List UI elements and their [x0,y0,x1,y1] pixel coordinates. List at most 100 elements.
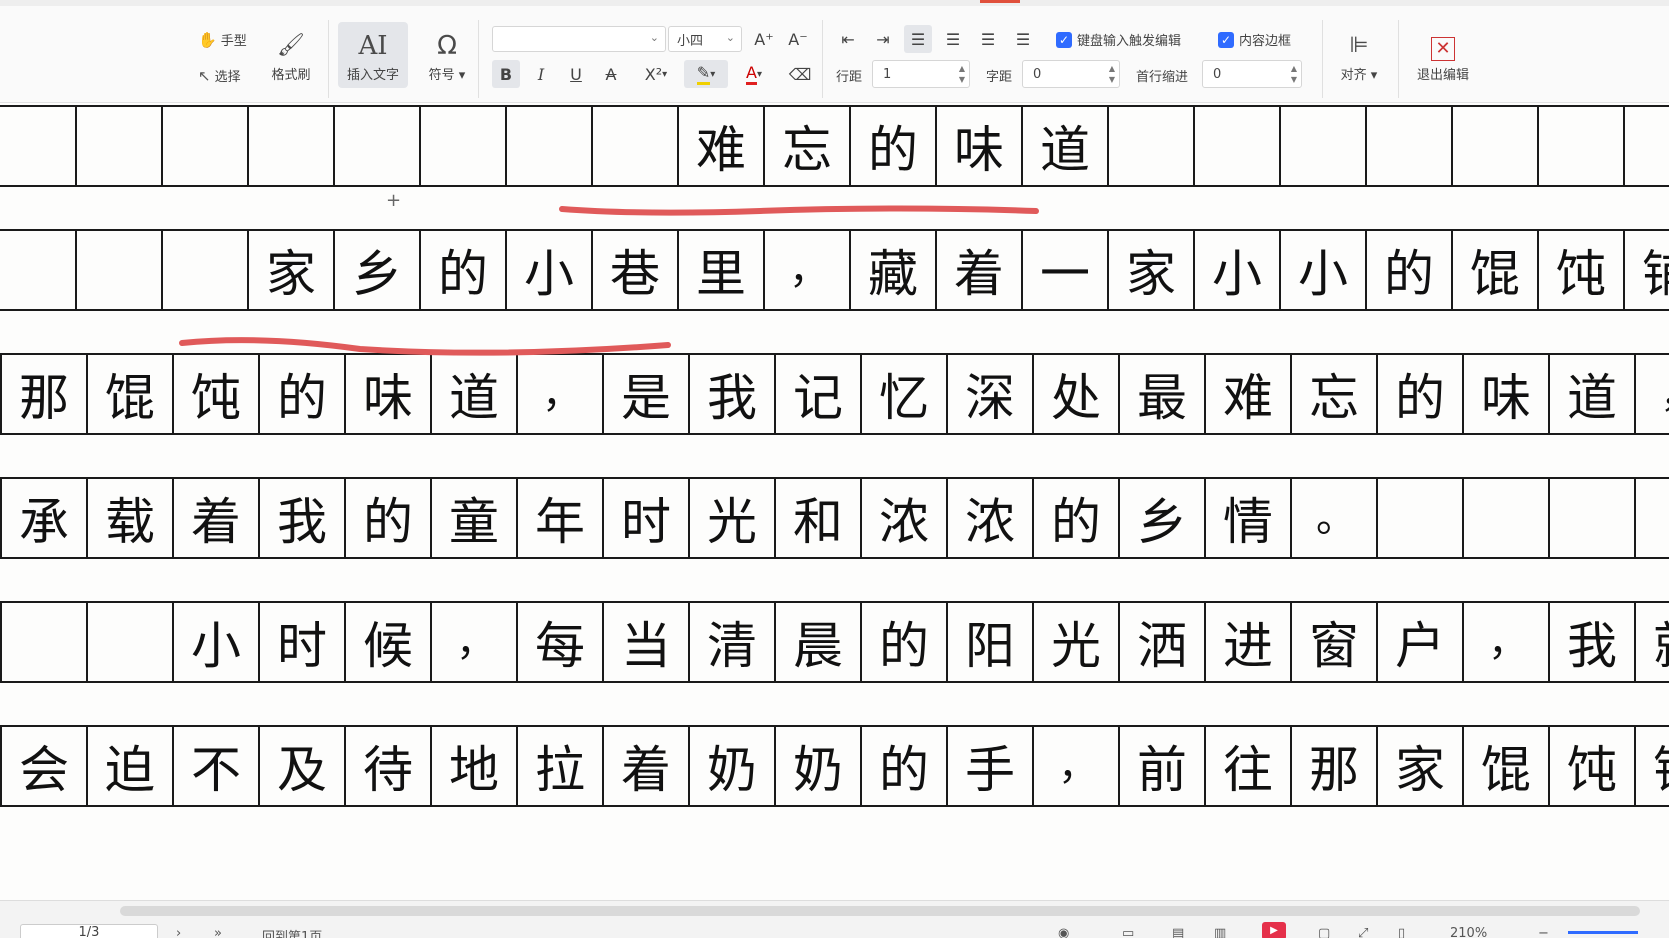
grid-cell[interactable]: 浓 [860,479,946,557]
grid-cell[interactable] [1365,107,1451,185]
grid-cell[interactable]: 年 [516,479,602,557]
hand-tool-button[interactable]: ✋ 手型 [198,30,247,50]
grid-cell[interactable] [247,107,333,185]
grid-cell[interactable]: 承 [0,479,86,557]
grid-cell[interactable]: 及 [258,727,344,805]
grid-cell[interactable] [1376,479,1462,557]
record-button[interactable]: ▶ [1262,922,1286,938]
page-number-field[interactable]: 1/3 [20,924,158,938]
zoom-slider[interactable] [1568,931,1638,934]
symbol-button[interactable]: Ω 符号 ▾ [412,22,482,88]
two-page-view-icon[interactable]: ▥ [1214,926,1226,938]
grid-cell[interactable]: ， [430,603,516,681]
grid-cell[interactable] [1623,107,1669,185]
grid-cell[interactable]: 小 [505,231,591,309]
grid-cell[interactable]: 的 [344,479,430,557]
grid-cell[interactable]: 最 [1118,355,1204,433]
grid-cell[interactable]: ， [1634,355,1669,433]
grid-cell[interactable]: 馄 [86,355,172,433]
grid-cell[interactable] [419,107,505,185]
grid-cell[interactable]: 会 [0,727,86,805]
grid-cell[interactable]: 我 [258,479,344,557]
grid-cell[interactable]: 味 [1462,355,1548,433]
grid-cell[interactable]: 我 [1548,603,1634,681]
grid-cell[interactable] [75,231,161,309]
grid-cell[interactable] [86,603,172,681]
bold-button[interactable]: B [492,60,520,88]
grid-cell[interactable]: 馄 [1462,727,1548,805]
grid-cell[interactable]: 。 [1290,479,1376,557]
grid-cell[interactable]: 难 [1204,355,1290,433]
grid-cell[interactable]: 的 [258,355,344,433]
grid-cell[interactable]: 饨 [1548,727,1634,805]
grid-cell[interactable]: 着 [172,479,258,557]
grid-cell[interactable]: 乡 [333,231,419,309]
grid-cell[interactable]: 那 [1290,727,1376,805]
format-painter-button[interactable]: 🖌 格式刷 [256,22,326,88]
grid-cell[interactable]: 洒 [1118,603,1204,681]
grow-font-button[interactable]: A⁺ [750,25,778,53]
grid-cell[interactable]: 的 [860,603,946,681]
italic-button[interactable]: I [527,60,555,88]
underline-button[interactable]: U [562,60,590,88]
grid-cell[interactable]: 道 [430,355,516,433]
grid-cell[interactable] [1193,107,1279,185]
grid-cell[interactable] [1537,107,1623,185]
grid-cell[interactable]: 忆 [860,355,946,433]
grid-cell[interactable]: 候 [344,603,430,681]
grid-cell[interactable]: 藏 [849,231,935,309]
grid-cell[interactable]: 道 [1548,355,1634,433]
grid-cell[interactable]: 地 [430,727,516,805]
grid-cell[interactable]: 着 [935,231,1021,309]
grid-cell[interactable]: 馄 [1451,231,1537,309]
grid-cell[interactable]: 的 [419,231,505,309]
back-to-first-link[interactable]: 回到第1页 [262,926,322,938]
align-objects-button[interactable]: ⊫ 对齐 ▾ [1324,22,1394,88]
grid-cell[interactable]: 记 [774,355,860,433]
grid-cell[interactable]: 前 [1118,727,1204,805]
grid-cell[interactable]: 难 [677,107,763,185]
font-name-select[interactable]: ⌄ [492,26,666,52]
grid-cell[interactable]: 那 [0,355,86,433]
fullscreen-icon[interactable]: ▯ [1398,926,1405,938]
highlight-button[interactable]: ✎ ▾ [684,60,728,88]
horizontal-scrollbar[interactable] [120,906,1640,916]
grid-cell[interactable]: 当 [602,603,688,681]
grid-cell[interactable]: 奶 [774,727,860,805]
grid-cell[interactable]: 忘 [763,107,849,185]
grid-cell[interactable]: 小 [172,603,258,681]
first-indent-input[interactable]: 0 ▲ ▼ [1202,60,1302,88]
grid-cell[interactable]: 饨 [1537,231,1623,309]
grid-cell[interactable] [1107,107,1193,185]
grid-cell[interactable] [161,231,247,309]
grid-cell[interactable]: 忘 [1290,355,1376,433]
grid-cell[interactable]: ， [516,355,602,433]
grid-cell[interactable] [75,107,161,185]
last-page-icon[interactable]: » [214,926,222,938]
grid-cell[interactable]: 阳 [946,603,1032,681]
next-page-icon[interactable]: › [176,926,181,938]
grid-cell[interactable]: 的 [860,727,946,805]
grid-cell[interactable]: 乡 [1118,479,1204,557]
grid-cell[interactable]: 小 [1193,231,1279,309]
grid-cell[interactable]: 的 [1365,231,1451,309]
grid-cell[interactable]: 铺 [1634,727,1669,805]
grid-cell[interactable]: 着 [602,727,688,805]
decrease-indent-button[interactable]: ⇤ [834,25,862,53]
grid-cell[interactable]: 窗 [1290,603,1376,681]
grid-cell[interactable]: ， [1032,727,1118,805]
grid-cell[interactable] [1634,479,1669,557]
font-color-button[interactable]: A ▾ [734,60,774,88]
zoom-out-icon[interactable]: − [1538,926,1549,938]
grid-cell[interactable]: 载 [86,479,172,557]
align-right-button[interactable]: ☰ [974,25,1002,53]
select-tool-button[interactable]: ↖ 选择 [198,66,241,86]
grid-cell[interactable]: 味 [935,107,1021,185]
grid-cell[interactable]: 清 [688,603,774,681]
page-view-icon[interactable]: ▤ [1172,926,1184,938]
grid-cell[interactable]: 巷 [591,231,677,309]
fit-width-icon[interactable]: ⤢ [1358,926,1368,938]
grid-cell[interactable]: 我 [688,355,774,433]
grid-cell[interactable]: 道 [1021,107,1107,185]
eraser-button[interactable]: ⌫ [786,60,814,88]
